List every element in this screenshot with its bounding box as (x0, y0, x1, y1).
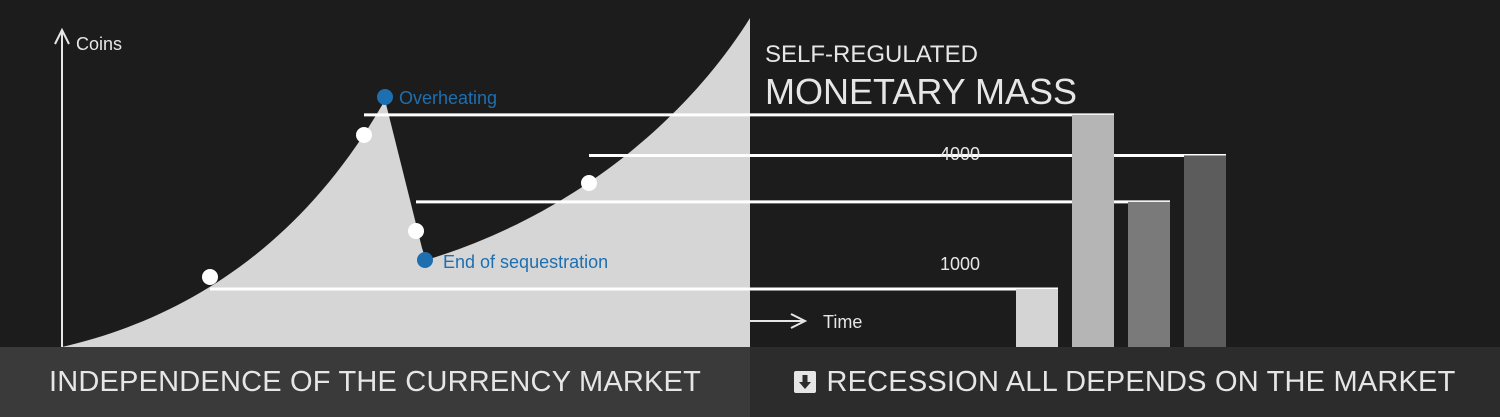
overheating-marker-icon (377, 89, 393, 105)
value-label-1000: 1000 (940, 254, 980, 274)
sequestration-marker-icon (417, 252, 433, 268)
arrow-down-box-icon (794, 371, 817, 393)
bar-1 (1016, 288, 1058, 347)
footer-left-banner: INDEPENDENCE OF THE CURRENCY MARKET (0, 347, 750, 417)
infographic: Coins Overheating End of sequestration T… (0, 0, 1500, 417)
bar-2 (1072, 114, 1114, 348)
heading-line-1: SELF-REGULATED (765, 41, 978, 68)
heading-line-2: MONETARY MASS (765, 71, 1077, 112)
bar-4 (1184, 155, 1226, 347)
overheating-label: Overheating (399, 88, 497, 108)
footer-right-banner: RECESSION ALL DEPENDS ON THE MARKET (750, 347, 1500, 417)
end-of-sequestration-label: End of sequestration (443, 252, 608, 272)
value-label-4000: 4000 (940, 144, 980, 164)
curve-point-3 (408, 223, 424, 239)
y-axis-label: Coins (76, 34, 122, 54)
coin-supply-area (62, 18, 750, 347)
curve-point-1 (202, 269, 218, 285)
bar-3 (1128, 201, 1170, 347)
footer-right-text: RECESSION ALL DEPENDS ON THE MARKET (826, 365, 1456, 398)
footer-left-text: INDEPENDENCE OF THE CURRENCY MARKET (48, 365, 702, 398)
time-axis-label: Time (823, 312, 862, 332)
curve-point-2 (356, 127, 372, 143)
curve-point-4 (581, 175, 597, 191)
bars-group (1016, 114, 1226, 348)
